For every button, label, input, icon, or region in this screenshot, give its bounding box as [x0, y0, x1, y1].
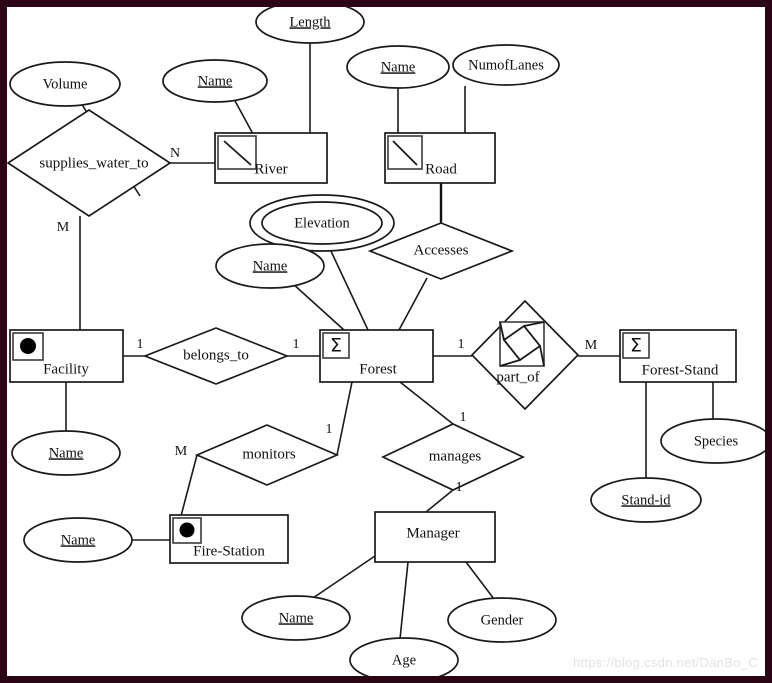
attribute-label: NumofLanes: [468, 57, 544, 73]
attribute-label: Name: [279, 610, 314, 626]
attribute-manager-name[interactable]: Name: [241, 595, 351, 641]
relationship-label: supplies_water_to: [39, 155, 148, 171]
sigma-region-icon: Σ: [622, 332, 650, 359]
entity-label: Road: [425, 161, 457, 177]
entity-label: Manager: [406, 525, 459, 541]
edge-forest-elevation: [329, 248, 369, 331]
attribute-label: Length: [289, 14, 331, 30]
watermark-text: https://blog.csdn.net/DanBo_C: [572, 655, 758, 670]
relationship-label: belongs_to: [183, 347, 249, 363]
er-diagram-svg: supplies_water_to Accesses belongs_to pa…: [6, 0, 772, 683]
entity-label: Fire-Station: [193, 543, 265, 559]
attribute-forest-elevation[interactable]: Elevation: [249, 194, 395, 252]
line-segment-icon: [387, 135, 423, 170]
sigma-glyph: Σ: [330, 335, 342, 357]
edge-monitors-firestation: [180, 454, 198, 517]
entity-forest[interactable]: Σ Forest: [319, 329, 434, 383]
er-diagram-canvas: supplies_water_to Accesses belongs_to pa…: [0, 0, 772, 683]
cardinality-label: M: [57, 220, 70, 235]
attribute-volume[interactable]: Volume: [9, 61, 121, 107]
entity-facility[interactable]: Facility: [9, 329, 124, 383]
attribute-fire-station-name[interactable]: Name: [23, 517, 133, 563]
edge-forest-name: [291, 282, 345, 331]
relationship-label: part_of: [496, 369, 539, 385]
attribute-manager-gender[interactable]: Gender: [447, 597, 557, 643]
attribute-label: Name: [49, 445, 84, 461]
edge-manager-age: [399, 561, 409, 640]
cardinality-label: 1: [460, 410, 467, 425]
edge-forest-manages: [399, 381, 454, 425]
attribute-manager-age[interactable]: Age: [349, 637, 459, 683]
entity-label: Forest: [359, 361, 397, 377]
edge-accesses-forest: [398, 277, 428, 331]
attribute-river-length[interactable]: Length: [255, 0, 365, 44]
cardinality-label: 1: [293, 337, 300, 352]
cardinality-label: 1: [137, 337, 144, 352]
cardinality-label: N: [170, 146, 180, 161]
attribute-forest-name[interactable]: Name: [215, 243, 325, 289]
edge-manager-name: [312, 555, 376, 599]
attribute-label: Name: [253, 258, 288, 274]
relationship-monitors[interactable]: monitors: [194, 424, 340, 486]
cardinality-label: 1: [458, 337, 465, 352]
attribute-label: Volume: [43, 76, 88, 92]
filled-point-icon: [12, 332, 44, 361]
edge-river-name: [233, 98, 254, 135]
edge-forest-monitors: [336, 381, 353, 456]
attribute-river-name[interactable]: Name: [162, 59, 268, 103]
partition-icon: [499, 321, 545, 367]
sigma-region-icon: Σ: [322, 332, 350, 359]
relationship-part-of[interactable]: part_of: [470, 299, 580, 411]
entity-fire-station[interactable]: Fire-Station: [169, 514, 289, 564]
entity-forest-stand[interactable]: Σ Forest-Stand: [619, 329, 737, 383]
cardinality-label: 1: [456, 480, 463, 495]
entity-label: Forest-Stand: [642, 362, 719, 378]
entity-label: Facility: [43, 361, 89, 377]
edge-manager-gender: [465, 561, 495, 600]
attribute-label: Name: [61, 532, 96, 548]
attribute-road-name[interactable]: Name: [346, 45, 450, 89]
attribute-label: Name: [198, 73, 233, 89]
entity-river[interactable]: River: [214, 132, 328, 184]
attribute-label: Name: [381, 59, 416, 75]
attribute-road-numoflanes[interactable]: NumofLanes: [452, 44, 560, 86]
edge-manages-manager: [425, 489, 454, 513]
attribute-label: Age: [392, 652, 416, 668]
attribute-facility-name[interactable]: Name: [11, 430, 121, 476]
relationship-belongs-to[interactable]: belongs_to: [142, 327, 290, 385]
cardinality-label: M: [175, 444, 188, 459]
entity-road[interactable]: Road: [384, 132, 496, 184]
attribute-species[interactable]: Species: [660, 418, 772, 464]
line-segment-icon: [217, 135, 257, 170]
relationship-label: monitors: [242, 446, 295, 462]
cardinality-label: M: [585, 338, 598, 353]
filled-point-icon: [172, 517, 202, 544]
relationship-manages[interactable]: manages: [381, 423, 525, 491]
attribute-label: Elevation: [294, 215, 350, 231]
sigma-glyph: Σ: [630, 335, 642, 357]
entity-manager[interactable]: Manager: [374, 511, 496, 563]
relationship-supplies-water-to[interactable]: supplies_water_to: [6, 108, 172, 218]
relationship-label: Accesses: [414, 242, 469, 258]
attribute-label: Species: [694, 433, 739, 449]
attribute-label: Gender: [481, 612, 524, 628]
attribute-label: Stand-id: [621, 492, 671, 508]
entity-label: River: [254, 161, 287, 177]
relationship-label: manages: [429, 448, 482, 464]
cardinality-label: 1: [326, 422, 333, 437]
attribute-stand-id[interactable]: Stand-id: [590, 477, 702, 523]
